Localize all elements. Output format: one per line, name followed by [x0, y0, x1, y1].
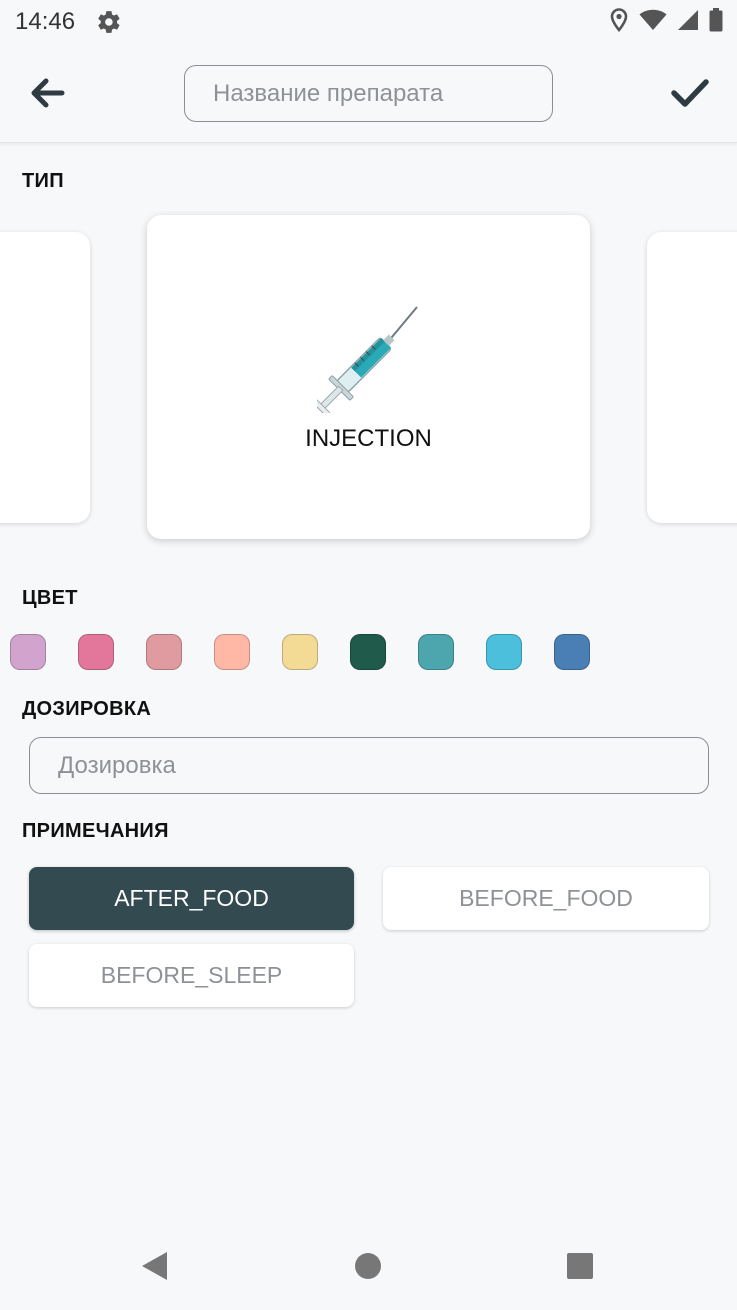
chip-after-food[interactable]: AFTER_FOOD: [29, 867, 354, 930]
nav-home-button[interactable]: [348, 1248, 388, 1288]
type-card-next[interactable]: [647, 232, 737, 523]
confirm-button[interactable]: [664, 70, 716, 120]
recents-square-icon: [566, 1252, 594, 1285]
type-card-previous[interactable]: [0, 232, 90, 523]
settings-gear-icon: [96, 9, 122, 35]
back-button[interactable]: [22, 72, 72, 118]
chip-before-food[interactable]: BEFORE_FOOD: [383, 867, 709, 930]
checkmark-icon: [670, 78, 710, 113]
type-card-selected[interactable]: INJECTION: [147, 215, 590, 539]
color-section-label: ЦВЕТ: [22, 587, 78, 609]
color-swatch[interactable]: [282, 634, 318, 670]
system-nav-bar: [0, 1222, 737, 1310]
nav-back-button[interactable]: [134, 1248, 174, 1288]
syringe-icon: [312, 305, 421, 417]
color-swatch[interactable]: [418, 634, 454, 670]
color-swatch[interactable]: [214, 634, 250, 670]
color-swatch[interactable]: [78, 634, 114, 670]
status-time: 14:46: [15, 8, 76, 35]
type-section-label: ТИП: [22, 170, 64, 192]
type-card-label: INJECTION: [305, 425, 432, 452]
home-circle-icon: [354, 1252, 382, 1285]
dosage-section-label: ДОЗИРОВКА: [22, 698, 152, 720]
color-swatch[interactable]: [146, 634, 182, 670]
chip-before-sleep[interactable]: BEFORE_SLEEP: [29, 944, 354, 1007]
color-swatch[interactable]: [486, 634, 522, 670]
notes-section-label: ПРИМЕЧАНИЯ: [22, 820, 169, 842]
status-icons: [609, 7, 723, 38]
medication-name-input[interactable]: [184, 65, 553, 122]
location-icon: [609, 7, 629, 38]
battery-icon: [709, 7, 723, 37]
arrow-left-icon: [29, 77, 65, 114]
add-medication-screen: 14:46 Название препарата ТИП INJECTION Ц…: [0, 0, 737, 1310]
dosage-input[interactable]: [29, 737, 709, 794]
nav-recents-button[interactable]: [560, 1248, 600, 1288]
color-swatch[interactable]: [554, 634, 590, 670]
wifi-icon: [639, 9, 667, 36]
signal-icon: [677, 9, 699, 36]
back-triangle-icon: [139, 1250, 169, 1287]
color-swatch[interactable]: [10, 634, 46, 670]
app-bar: [0, 44, 737, 143]
color-swatch[interactable]: [350, 634, 386, 670]
status-bar: 14:46: [0, 0, 737, 44]
